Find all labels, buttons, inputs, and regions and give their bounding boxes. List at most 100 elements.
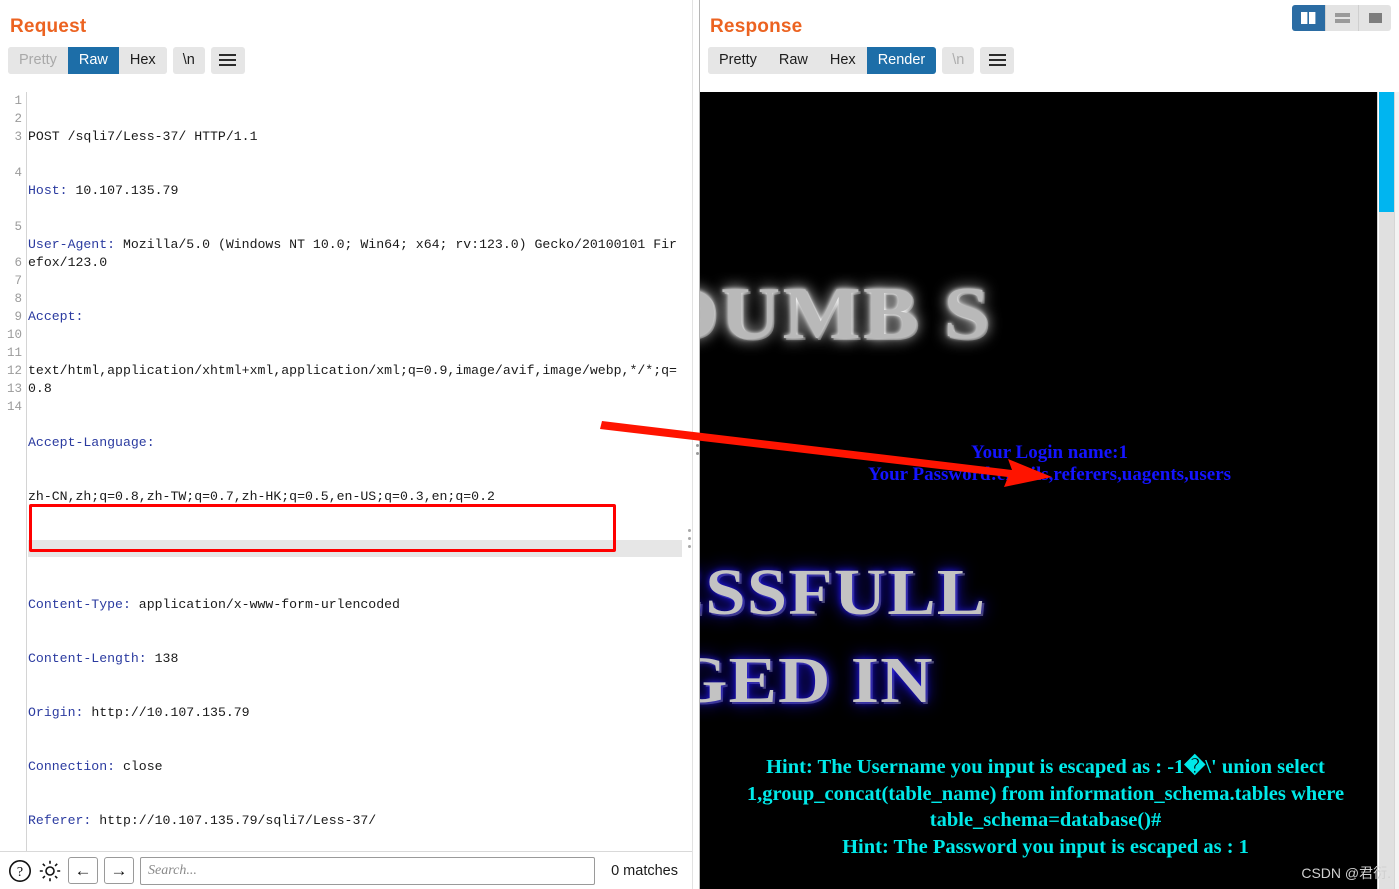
line-number: 1 bbox=[14, 94, 22, 108]
header-name: Content-Length: bbox=[28, 651, 147, 666]
grip-dot bbox=[696, 444, 699, 447]
header-value: Mozilla/5.0 (Windows NT 10.0; Win64; x64… bbox=[28, 237, 677, 270]
hamburger-line bbox=[988, 54, 1006, 56]
header-name: Content-Type: bbox=[28, 597, 131, 612]
code-line: Accept: bbox=[28, 308, 682, 326]
watermark-label: CSDN @君衍. bbox=[1301, 865, 1391, 881]
request-menu-button[interactable] bbox=[210, 47, 245, 74]
grip-dot bbox=[688, 537, 691, 540]
line-number: 5 bbox=[14, 220, 22, 234]
code-line: POST /sqli7/Less-37/ HTTP/1.1 bbox=[28, 128, 682, 146]
code-line: User-Agent: Mozilla/5.0 (Windows NT 10.0… bbox=[28, 236, 682, 272]
stacked-view-icon bbox=[1334, 13, 1350, 23]
response-tab-pretty[interactable]: Pretty bbox=[708, 47, 768, 74]
grip-dot bbox=[696, 436, 699, 439]
line-number: 7 bbox=[14, 274, 22, 288]
hamburger-line bbox=[219, 64, 237, 66]
code-line: Connection: close bbox=[28, 758, 682, 776]
request-newline-toggle[interactable]: \n bbox=[172, 47, 205, 74]
line-number: 6 bbox=[14, 256, 22, 270]
search-bar: ? ← → 0 matches bbox=[0, 851, 692, 889]
grip-dot bbox=[696, 452, 699, 455]
header-value: http://10.107.135.79 bbox=[83, 705, 250, 720]
hint-username-text: Hint: The Username you input is escaped … bbox=[746, 756, 1345, 831]
line-number: 13 bbox=[6, 382, 22, 396]
response-tab-raw[interactable]: Raw bbox=[767, 47, 819, 74]
header-name: Referer: bbox=[28, 813, 92, 828]
code-line: Content-Type: application/x-www-form-url… bbox=[28, 596, 682, 614]
response-tab-render[interactable]: Render bbox=[866, 47, 937, 74]
header-value: 10.107.135.79 bbox=[67, 183, 179, 198]
header-value: 138 bbox=[146, 651, 179, 666]
layout-toggle-group[interactable] bbox=[1292, 5, 1391, 31]
request-editor[interactable]: 1 2 3 4 5 6 7 8 9 10 11 12 13 14 POST /s… bbox=[0, 92, 692, 851]
response-view-tabs[interactable]: Pretty Raw Hex Render bbox=[708, 47, 937, 74]
divider-grip[interactable] bbox=[696, 436, 699, 462]
hint-password-text: Hint: The Password you input is escaped … bbox=[842, 835, 1249, 858]
grip-dot bbox=[688, 545, 691, 548]
gear-icon[interactable] bbox=[38, 859, 62, 883]
request-title: Request bbox=[10, 16, 87, 37]
side-by-side-view-button[interactable] bbox=[1292, 5, 1325, 31]
code-line: Content-Length: 138 bbox=[28, 650, 682, 668]
response-newline-toggle[interactable]: \n bbox=[942, 47, 975, 74]
login-password-text: Your Password:emails,referers,uagents,us… bbox=[867, 464, 1232, 485]
header-name: Host: bbox=[28, 183, 68, 198]
line-number: 2 bbox=[14, 112, 22, 126]
side-by-side-icon bbox=[1301, 12, 1316, 24]
single-pane-icon bbox=[1368, 13, 1382, 23]
burp-repeater-window: Request Pretty Raw Hex \n 1 2 3 4 5 6 7 … bbox=[0, 0, 1399, 889]
request-pane: Request Pretty Raw Hex \n 1 2 3 4 5 6 7 … bbox=[0, 0, 692, 889]
request-toolbar: Pretty Raw Hex \n bbox=[0, 38, 692, 74]
header-value: close bbox=[115, 759, 163, 774]
hamburger-line bbox=[219, 59, 237, 61]
success-banner: SUCCESSFULL LOGGED IN bbox=[700, 549, 1399, 725]
selected-line-highlight bbox=[28, 540, 682, 557]
response-render-view[interactable]: SQLI DUMB S Your Login name:1 Your Passw… bbox=[700, 92, 1399, 889]
hamburger-line bbox=[219, 54, 237, 56]
stacked-view-button[interactable] bbox=[1325, 5, 1358, 31]
rendered-page: SQLI DUMB S Your Login name:1 Your Passw… bbox=[700, 92, 1399, 889]
header-value: http://10.107.135.79/sqli7/Less-37/ bbox=[91, 813, 377, 828]
header-name: Accept-Language: bbox=[28, 435, 155, 450]
response-pane: Response Pretty Raw Hex Render \n SQLI D… bbox=[700, 0, 1399, 889]
request-view-tabs[interactable]: Pretty Raw Hex bbox=[8, 47, 167, 74]
line-number: 8 bbox=[14, 292, 22, 306]
response-menu-button[interactable] bbox=[980, 47, 1015, 74]
code-line: Origin: http://10.107.135.79 bbox=[28, 704, 682, 722]
pane-divider[interactable] bbox=[692, 0, 700, 889]
request-tab-pretty[interactable]: Pretty bbox=[8, 47, 68, 74]
request-tab-raw[interactable]: Raw bbox=[67, 47, 119, 74]
line-number: 3 bbox=[14, 130, 22, 144]
request-line-number-gutter: 1 2 3 4 5 6 7 8 9 10 11 12 13 14 bbox=[0, 92, 27, 851]
line-number: 12 bbox=[6, 364, 22, 378]
line-number-blank bbox=[0, 182, 26, 200]
header-name: User-Agent: bbox=[28, 237, 116, 252]
single-pane-view-button[interactable] bbox=[1358, 5, 1391, 31]
header-name: Connection: bbox=[28, 759, 116, 774]
line-number: 10 bbox=[6, 328, 22, 342]
code-line: text/html,application/xhtml+xml,applicat… bbox=[28, 362, 682, 398]
code-line: Referer: http://10.107.135.79/sqli7/Less… bbox=[28, 812, 682, 830]
success-line-1: SUCCESSFULL bbox=[700, 556, 987, 629]
search-next-button[interactable]: → bbox=[104, 857, 134, 884]
response-toolbar: Pretty Raw Hex Render \n bbox=[700, 38, 1399, 74]
code-line: zh-CN,zh;q=0.8,zh-TW;q=0.7,zh-HK;q=0.5,e… bbox=[28, 488, 682, 506]
request-tab-hex[interactable]: Hex bbox=[118, 47, 167, 74]
login-name-text: Your Login name:1 bbox=[971, 442, 1128, 463]
request-code[interactable]: POST /sqli7/Less-37/ HTTP/1.1 Host: 10.1… bbox=[28, 92, 682, 851]
line-number: 14 bbox=[6, 400, 22, 414]
response-outer-scroll-edge[interactable] bbox=[1394, 92, 1399, 889]
help-icon[interactable]: ? bbox=[8, 859, 32, 883]
line-number-blank bbox=[0, 146, 26, 164]
header-value: text/html,application/xhtml+xml,applicat… bbox=[28, 363, 677, 396]
line-number: 9 bbox=[14, 310, 22, 324]
line-number-blank bbox=[0, 236, 26, 254]
request-start-line: POST /sqli7/Less-37/ HTTP/1.1 bbox=[28, 129, 258, 144]
response-tab-hex[interactable]: Hex bbox=[818, 47, 867, 74]
header-value: application/x-www-form-urlencoded bbox=[130, 597, 400, 612]
search-prev-button[interactable]: ← bbox=[68, 857, 98, 884]
header-name: Accept: bbox=[28, 309, 84, 324]
search-input[interactable] bbox=[140, 856, 596, 885]
hamburger-line bbox=[988, 64, 1006, 66]
